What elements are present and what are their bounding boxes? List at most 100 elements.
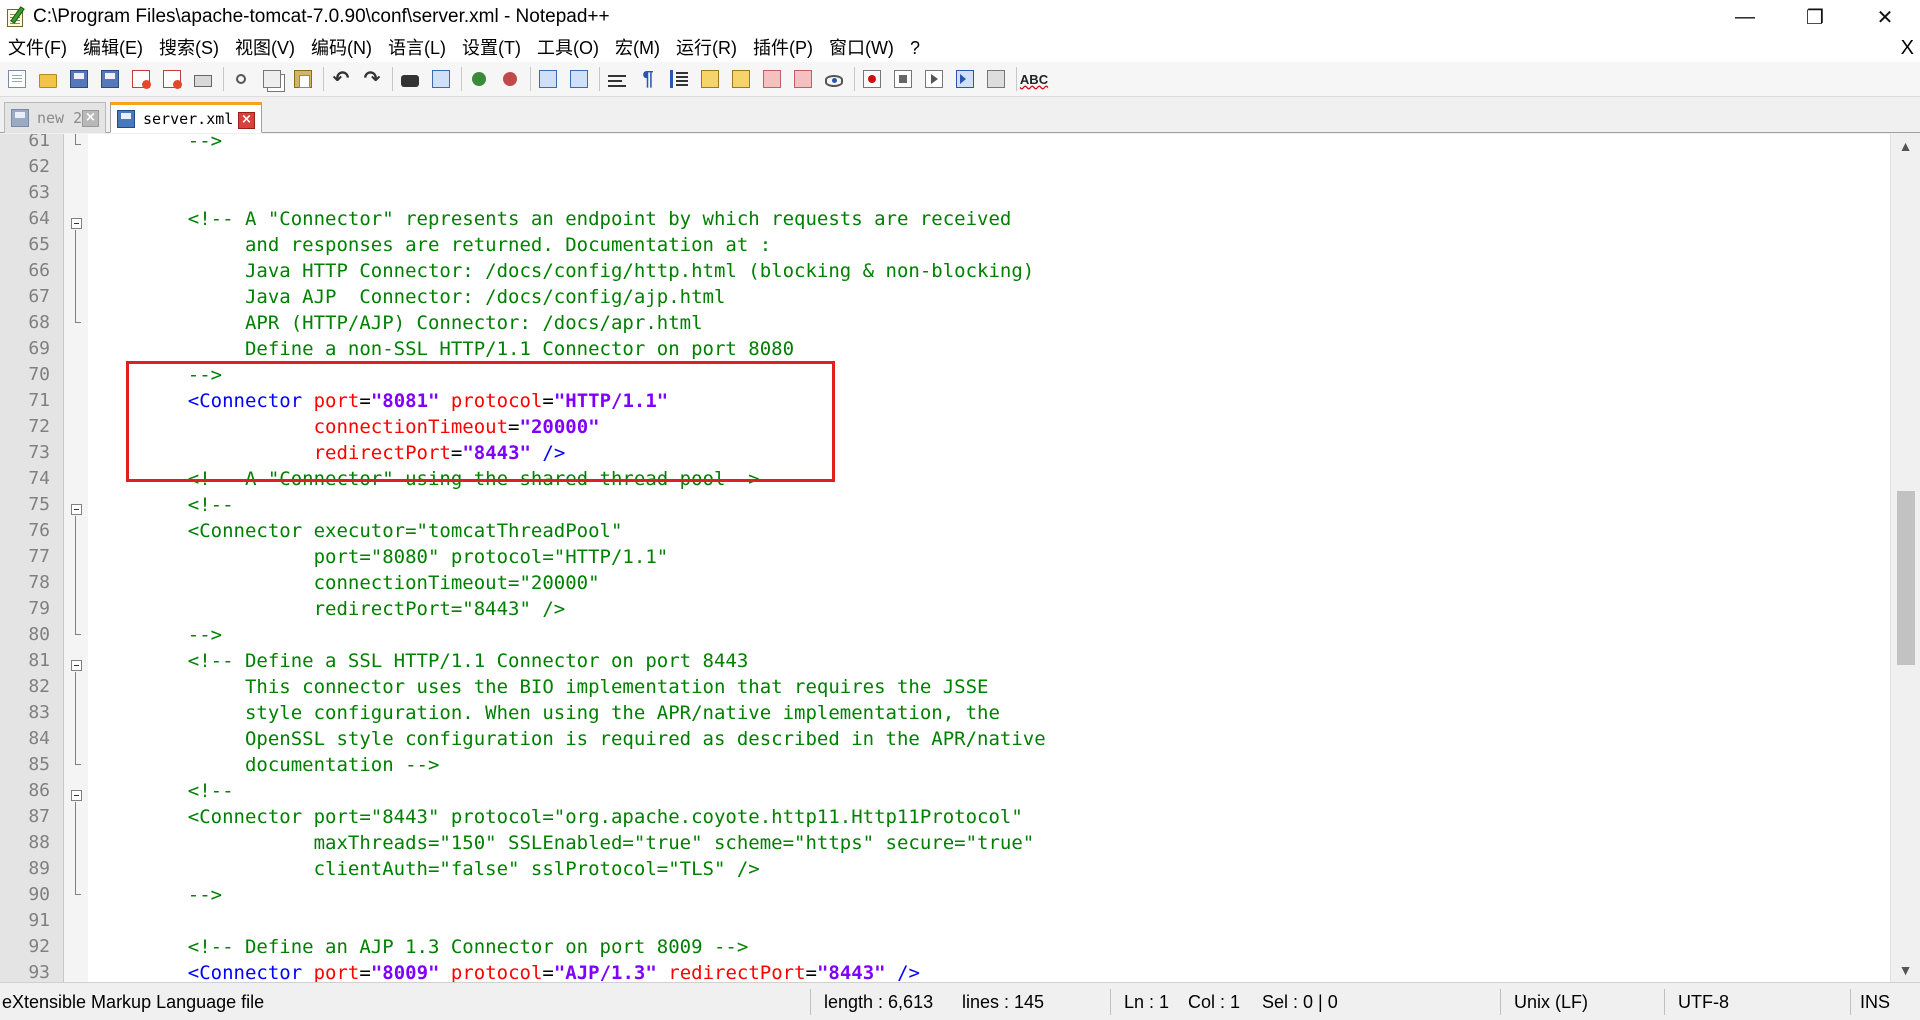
new-file-button[interactable] xyxy=(4,66,30,92)
menu-settings[interactable]: 设置(T) xyxy=(454,34,529,62)
close-window-button[interactable]: ✕ xyxy=(1850,0,1920,34)
status-insert-mode[interactable]: INS xyxy=(1860,983,1890,1020)
menu-encoding[interactable]: 编码(N) xyxy=(303,34,380,62)
code-line[interactable]: 89 clientAuth="false" sslProtocol="TLS" … xyxy=(0,856,1890,882)
redo-button[interactable]: ↷ xyxy=(359,66,385,92)
restore-button[interactable]: ❐ xyxy=(1780,0,1850,34)
vertical-scrollbar[interactable]: ▲ ▼ xyxy=(1890,134,1920,982)
menu-tools[interactable]: 工具(O) xyxy=(529,34,607,62)
code-line[interactable]: 83 style configuration. When using the A… xyxy=(0,700,1890,726)
code-line[interactable]: 86 <!-- xyxy=(0,778,1890,804)
doc-map-button[interactable] xyxy=(697,66,723,92)
tab-close-icon[interactable]: × xyxy=(82,110,99,127)
zoom-out-button[interactable] xyxy=(497,66,523,92)
code-line[interactable]: 62 xyxy=(0,154,1890,180)
menu-macro[interactable]: 宏(M) xyxy=(607,34,668,62)
stop-recording-button[interactable] xyxy=(890,66,916,92)
menu-search[interactable]: 搜索(S) xyxy=(151,34,227,62)
code-line[interactable]: 68 APR (HTTP/AJP) Connector: /docs/apr.h… xyxy=(0,310,1890,336)
scrollbar-thumb[interactable] xyxy=(1897,491,1915,665)
print-button[interactable] xyxy=(190,66,216,92)
zoom-in-button[interactable] xyxy=(466,66,492,92)
save-button[interactable] xyxy=(66,66,92,92)
code-line[interactable]: 76 <Connector executor="tomcatThreadPool… xyxy=(0,518,1890,544)
indent-guide-button[interactable] xyxy=(666,66,692,92)
menu-file[interactable]: 文件(F) xyxy=(0,34,75,62)
undo-button[interactable]: ↶ xyxy=(328,66,354,92)
paste-button[interactable] xyxy=(290,66,316,92)
spell-check-button[interactable]: ABC xyxy=(1020,66,1048,92)
minimize-button[interactable]: — xyxy=(1710,0,1780,34)
sync-vertical-button[interactable] xyxy=(535,66,561,92)
code-line[interactable]: 65 and responses are returned. Documenta… xyxy=(0,232,1890,258)
show-all-chars-button[interactable]: ¶ xyxy=(635,66,661,92)
status-eol-format[interactable]: Unix (LF) xyxy=(1514,983,1588,1020)
line-text: This connector uses the BIO implementati… xyxy=(142,674,989,700)
code-line[interactable]: 82 This connector uses the BIO implement… xyxy=(0,674,1890,700)
record-macro-button[interactable] xyxy=(859,66,885,92)
code-line[interactable]: 71 <Connector port="8081" protocol="HTTP… xyxy=(0,388,1890,414)
scroll-up-arrow-icon[interactable]: ▲ xyxy=(1891,134,1920,158)
code-line[interactable]: 64 <!-- A "Connector" represents an endp… xyxy=(0,206,1890,232)
code-token: protocol xyxy=(439,962,543,982)
code-line[interactable]: 73 redirectPort="8443" /> xyxy=(0,440,1890,466)
code-line[interactable]: 84 OpenSSL style configuration is requir… xyxy=(0,726,1890,752)
replace-button[interactable] xyxy=(428,66,454,92)
preview-button[interactable] xyxy=(821,66,847,92)
code-editor[interactable]: 61 --> 62 63 64 <!-- A "Connector" represen… xyxy=(0,134,1920,982)
copy-button[interactable] xyxy=(259,66,285,92)
code-line[interactable]: 79 redirectPort="8443" /> xyxy=(0,596,1890,622)
code-line[interactable]: 61 --> xyxy=(0,134,1890,154)
menu-window[interactable]: 窗口(W) xyxy=(821,34,902,62)
close-all-button[interactable] xyxy=(159,66,185,92)
tab-new-2[interactable]: new 2 × xyxy=(4,102,106,133)
play-macro-button[interactable] xyxy=(921,66,947,92)
close-button[interactable] xyxy=(128,66,154,92)
code-line[interactable]: 70 --> xyxy=(0,362,1890,388)
function-list-button[interactable] xyxy=(728,66,754,92)
menu-edit[interactable]: 编辑(E) xyxy=(75,34,151,62)
code-line[interactable]: 66 Java HTTP Connector: /docs/config/htt… xyxy=(0,258,1890,284)
line-number: 91 xyxy=(28,910,50,931)
menu-view[interactable]: 视图(V) xyxy=(227,34,303,62)
code-line[interactable]: 87 <Connector port="8443" protocol="org.… xyxy=(0,804,1890,830)
open-file-button[interactable] xyxy=(35,66,61,92)
code-line[interactable]: 78 connectionTimeout="20000" xyxy=(0,570,1890,596)
line-text: connectionTimeout="20000" xyxy=(142,414,600,440)
find-button[interactable] xyxy=(397,66,423,92)
code-line[interactable]: 69 Define a non-SSL HTTP/1.1 Connector o… xyxy=(0,336,1890,362)
code-line[interactable]: 93 <Connector port="8009" protocol="AJP/… xyxy=(0,960,1890,982)
save-macro-button[interactable] xyxy=(983,66,1009,92)
code-line[interactable]: 72 connectionTimeout="20000" xyxy=(0,414,1890,440)
code-line[interactable]: 92 <!-- Define an AJP 1.3 Connector on p… xyxy=(0,934,1890,960)
save-all-button[interactable] xyxy=(97,66,123,92)
close-document-button[interactable]: X xyxy=(1901,34,1914,62)
save-all-icon xyxy=(101,70,119,88)
code-line[interactable]: 74 <!-- A "Connector" using the shared t… xyxy=(0,466,1890,492)
run-macro-multiple-button[interactable] xyxy=(952,66,978,92)
code-line[interactable]: 90 --> xyxy=(0,882,1890,908)
code-line[interactable]: 67 Java AJP Connector: /docs/config/ajp.… xyxy=(0,284,1890,310)
menu-plugins[interactable]: 插件(P) xyxy=(745,34,821,62)
sync-horizontal-button[interactable] xyxy=(566,66,592,92)
code-line[interactable]: 88 maxThreads="150" SSLEnabled="true" sc… xyxy=(0,830,1890,856)
tab-close-icon[interactable]: × xyxy=(238,112,255,129)
code-line[interactable]: 75 <!-- xyxy=(0,492,1890,518)
status-encoding[interactable]: UTF-8 xyxy=(1678,983,1729,1020)
menu-help[interactable]: ? xyxy=(902,34,928,62)
monitoring-button[interactable] xyxy=(790,66,816,92)
tab-server-xml[interactable]: server.xml × xyxy=(110,102,262,133)
code-line[interactable]: 81 <!-- Define a SSL HTTP/1.1 Connector … xyxy=(0,648,1890,674)
cut-button[interactable] xyxy=(228,66,254,92)
code-line[interactable]: 77 port="8080" protocol="HTTP/1.1" xyxy=(0,544,1890,570)
scroll-down-arrow-icon[interactable]: ▼ xyxy=(1891,958,1920,982)
word-wrap-button[interactable] xyxy=(604,66,630,92)
code-line[interactable]: 80 --> xyxy=(0,622,1890,648)
code-line[interactable]: 85 documentation --> xyxy=(0,752,1890,778)
menu-run[interactable]: 运行(R) xyxy=(668,34,745,62)
line-text: <Connector port="8081" protocol="HTTP/1.… xyxy=(142,388,669,414)
menu-language[interactable]: 语言(L) xyxy=(380,34,454,62)
folder-as-workspace-button[interactable] xyxy=(759,66,785,92)
code-line[interactable]: 91 xyxy=(0,908,1890,934)
code-line[interactable]: 63 xyxy=(0,180,1890,206)
